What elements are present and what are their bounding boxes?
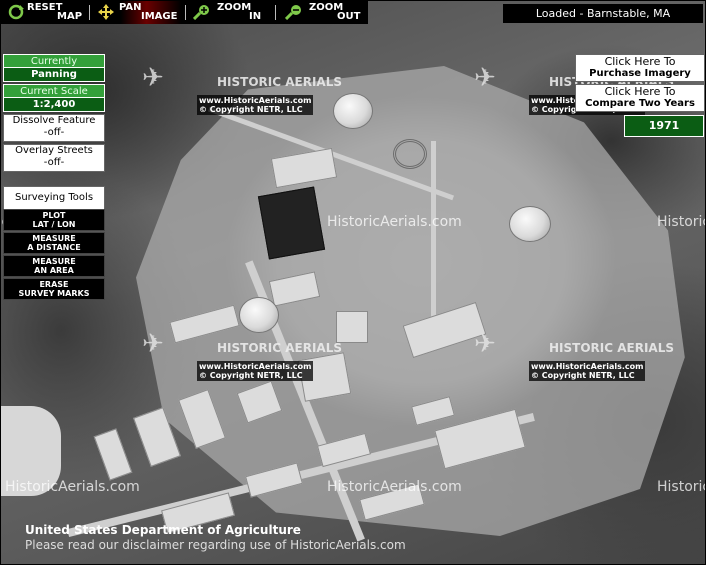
toolbar-divider — [275, 5, 276, 20]
watermark-site: www.HistoricAerials.com — [199, 362, 312, 371]
toolbar-divider — [185, 5, 186, 20]
radome — [239, 297, 279, 333]
building — [257, 186, 326, 260]
tool-label: MEASURE — [32, 257, 76, 266]
pan-label: PAN — [119, 2, 142, 13]
tool-label: ERASE — [39, 280, 69, 289]
location-status: Loaded - Barnstable, MA — [503, 4, 703, 23]
purchase-label-2: Purchase Imagery — [589, 68, 691, 79]
dissolve-feature-toggle[interactable]: Dissolve Feature -off- — [3, 114, 105, 142]
pan-image-button[interactable]: PAN IMAGE — [95, 1, 181, 24]
radome — [509, 206, 551, 242]
streets-label: Overlay Streets — [15, 145, 93, 156]
airplane-icon: ✈ — [142, 63, 164, 93]
streets-value: -off- — [43, 157, 65, 168]
reset-map-button[interactable]: RESET MAP — [5, 1, 85, 24]
zoom-out-button[interactable]: ZOOM OUT — [283, 1, 367, 24]
dissolve-value: -off- — [43, 127, 65, 138]
building — [336, 311, 368, 343]
plot-lat-lon-button[interactable]: PLOT LAT / LON — [3, 209, 105, 231]
reset-label-2: MAP — [57, 11, 83, 22]
watermark-text: HistoricAerials.com — [327, 214, 462, 230]
tool-label: PLOT — [42, 211, 66, 220]
watermark-text: Historic — [657, 479, 705, 495]
dissolve-label: Dissolve Feature — [12, 115, 96, 126]
reset-icon — [8, 4, 24, 20]
zoom-in-label-2: IN — [249, 11, 262, 22]
watermark-site: www.HistoricAerials.com — [531, 362, 644, 371]
measure-area-button[interactable]: MEASURE AN AREA — [3, 255, 105, 277]
watermark-site: www.HistoricAerials.com — [199, 96, 312, 105]
watermark-brand: HISTORIC AERIALS — [549, 341, 674, 355]
erase-survey-marks-button[interactable]: ERASE SURVEY MARKS — [3, 278, 105, 300]
zoom-out-label-2: OUT — [337, 11, 361, 22]
watermark-text: HistoricAerials.com — [327, 479, 462, 495]
road — [431, 141, 436, 321]
watermark-copyright: © Copyright NETR, LLC — [531, 371, 635, 380]
zoom-in-button[interactable]: ZOOM IN — [191, 1, 271, 24]
airplane-icon: ✈ — [474, 329, 496, 359]
compare-label-2: Compare Two Years — [585, 98, 695, 109]
airplane-icon: ✈ — [474, 63, 496, 93]
measure-distance-button[interactable]: MEASURE A DISTANCE — [3, 232, 105, 254]
compare-two-years-button[interactable]: Click Here To Compare Two Years — [575, 84, 705, 112]
tool-label-2: SURVEY MARKS — [18, 289, 90, 298]
tool-label-2: LAT / LON — [32, 220, 76, 229]
watermark-lines: www.HistoricAerials.com © Copyright NETR… — [197, 95, 314, 115]
building — [93, 428, 133, 481]
overlay-streets-toggle[interactable]: Overlay Streets -off- — [3, 144, 105, 172]
scale-value: 1:2,400 — [3, 97, 105, 112]
circular-structure — [393, 139, 427, 169]
disclaimer-link[interactable]: Please read our disclaimer regarding use… — [25, 538, 406, 552]
toolbar-divider — [89, 5, 90, 20]
zoom-in-icon — [193, 5, 209, 20]
watermark-text: Historic — [657, 214, 705, 230]
watermark-brand: HISTORIC AERIALS — [217, 75, 342, 89]
cleared-area — [136, 66, 685, 536]
purchase-label: Click Here To — [604, 55, 676, 68]
year-selector[interactable]: 1971 — [624, 115, 704, 137]
surveying-tools-header: Surveying Tools — [3, 186, 105, 210]
watermark-lines: www.HistoricAerials.com © Copyright NETR… — [197, 361, 314, 381]
pan-label-2: IMAGE — [141, 11, 178, 22]
toolbar: RESET MAP PAN IMAGE ZOOM IN ZOOM OUT — [1, 1, 368, 24]
purchase-imagery-button[interactable]: Click Here To Purchase Imagery — [575, 54, 705, 82]
tool-label: MEASURE — [32, 234, 76, 243]
usda-credit: United States Department of Agriculture — [25, 523, 301, 537]
watermark-copyright: © Copyright NETR, LLC — [199, 105, 303, 114]
currently-value: Panning — [3, 67, 105, 82]
zoom-in-label: ZOOM — [217, 2, 252, 13]
airplane-icon: ✈ — [142, 329, 164, 359]
zoom-out-icon — [285, 5, 301, 20]
watermark-lines: www.HistoricAerials.com © Copyright NETR… — [529, 361, 646, 381]
map-viewer: ✈ HISTORIC AERIALS www.HistoricAerials.c… — [0, 0, 706, 565]
watermark-text: HistoricAerials.com — [5, 479, 140, 495]
tool-label-2: AN AREA — [34, 266, 74, 275]
tool-label-2: A DISTANCE — [27, 243, 81, 252]
pan-arrows-icon — [98, 4, 114, 20]
radome — [333, 93, 373, 129]
watermark-brand: HISTORIC AERIALS — [217, 341, 342, 355]
compare-label: Click Here To — [604, 85, 676, 98]
watermark-copyright: © Copyright NETR, LLC — [199, 371, 303, 380]
